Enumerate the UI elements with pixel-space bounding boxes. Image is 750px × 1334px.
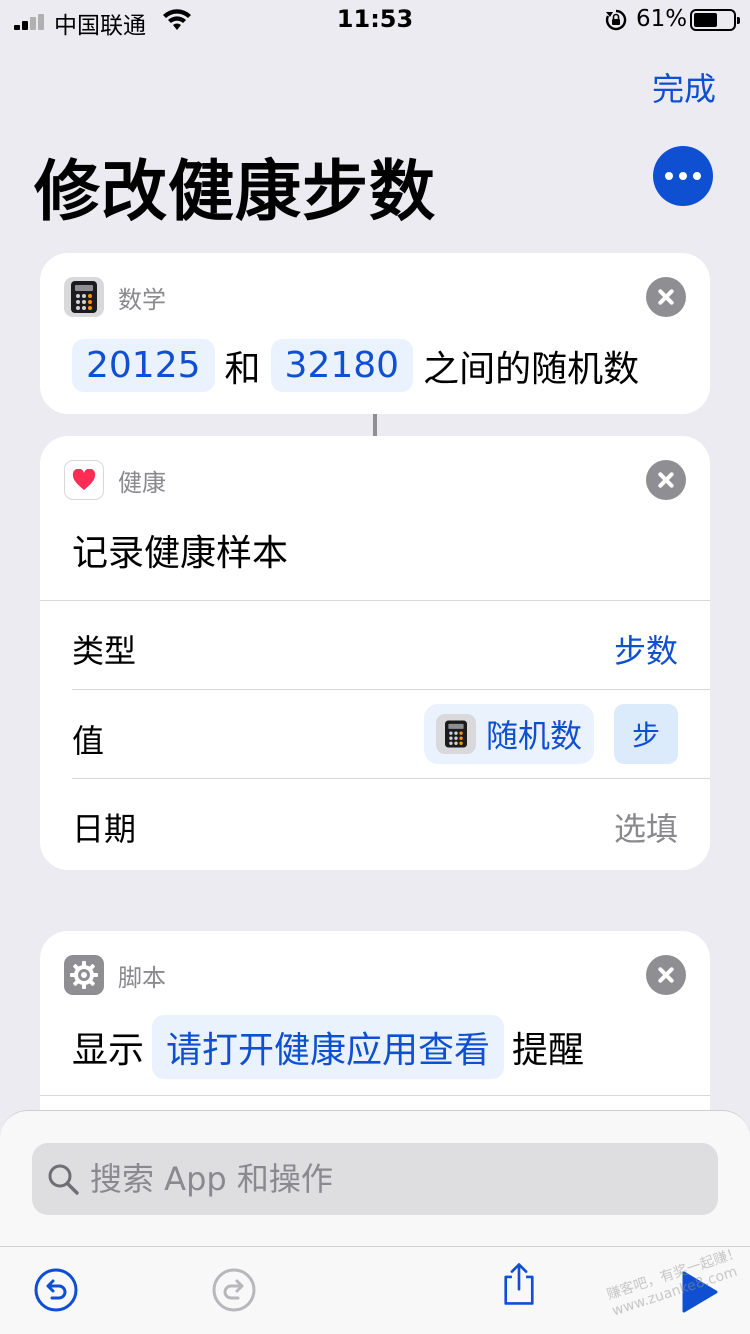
max-value-token[interactable]: 32180	[270, 339, 414, 392]
search-box[interactable]	[32, 1143, 718, 1215]
variable-name: 随机数	[485, 717, 582, 755]
search-icon	[48, 1164, 79, 1195]
action-connector	[373, 414, 377, 436]
rotation-lock-icon	[605, 9, 627, 31]
card-header: 健康	[64, 460, 166, 500]
divider	[40, 600, 710, 601]
divider	[72, 778, 710, 779]
card-category: 健康	[118, 468, 166, 497]
battery-percent: 61%	[636, 6, 688, 32]
card-category: 数学	[118, 285, 166, 314]
close-icon[interactable]	[646, 955, 686, 995]
undo-icon[interactable]	[33, 1267, 79, 1313]
math-expression: 20125 和 32180 之间的随机数	[72, 339, 649, 392]
script-expression: 显示 请打开健康应用查看 提醒	[72, 1015, 584, 1079]
value-label: 值	[72, 722, 105, 760]
close-icon[interactable]	[646, 277, 686, 317]
gear-icon	[64, 955, 104, 995]
min-value-token[interactable]: 20125	[72, 339, 215, 392]
search-input[interactable]	[90, 1160, 690, 1198]
random-number-variable[interactable]: 随机数	[423, 704, 594, 764]
type-value[interactable]: 步数	[614, 626, 678, 672]
action-title: 记录健康样本	[72, 533, 289, 574]
more-icon	[665, 172, 673, 180]
alert-message-token[interactable]: 请打开健康应用查看	[152, 1015, 505, 1079]
script-suffix: 提醒	[512, 1030, 585, 1071]
more-options-button[interactable]	[653, 146, 713, 206]
close-icon[interactable]	[646, 460, 686, 500]
type-label: 类型	[72, 632, 137, 670]
date-value[interactable]: 选填	[614, 804, 678, 850]
done-button[interactable]: 完成	[652, 64, 716, 110]
redo-icon[interactable]	[211, 1267, 257, 1313]
script-prefix: 显示	[72, 1030, 145, 1071]
math-action-card[interactable]: 数学 20125 和 32180 之间的随机数	[40, 253, 710, 414]
status-bar: 中国联通 11:53 61%	[0, 0, 750, 40]
calculator-icon	[64, 277, 104, 317]
health-action-card[interactable]: 健康 记录健康样本 类型 步数 值 随机数 步 日期 选填	[40, 436, 710, 870]
action-search-sheet	[0, 1110, 750, 1250]
date-label: 日期	[72, 810, 137, 848]
calculator-icon	[435, 714, 476, 754]
expression-suffix: 之间的随机数	[423, 348, 640, 390]
connector-word: 和	[224, 348, 261, 390]
share-icon[interactable]	[496, 1261, 542, 1307]
card-header: 数学	[64, 277, 166, 317]
card-header: 脚本	[64, 955, 166, 995]
divider	[72, 689, 710, 690]
divider	[40, 1095, 710, 1096]
heart-icon	[64, 460, 104, 500]
card-category: 脚本	[118, 963, 166, 992]
page-title: 修改健康步数	[34, 153, 436, 230]
battery-icon	[690, 9, 740, 31]
unit-chip[interactable]: 步	[614, 704, 678, 764]
